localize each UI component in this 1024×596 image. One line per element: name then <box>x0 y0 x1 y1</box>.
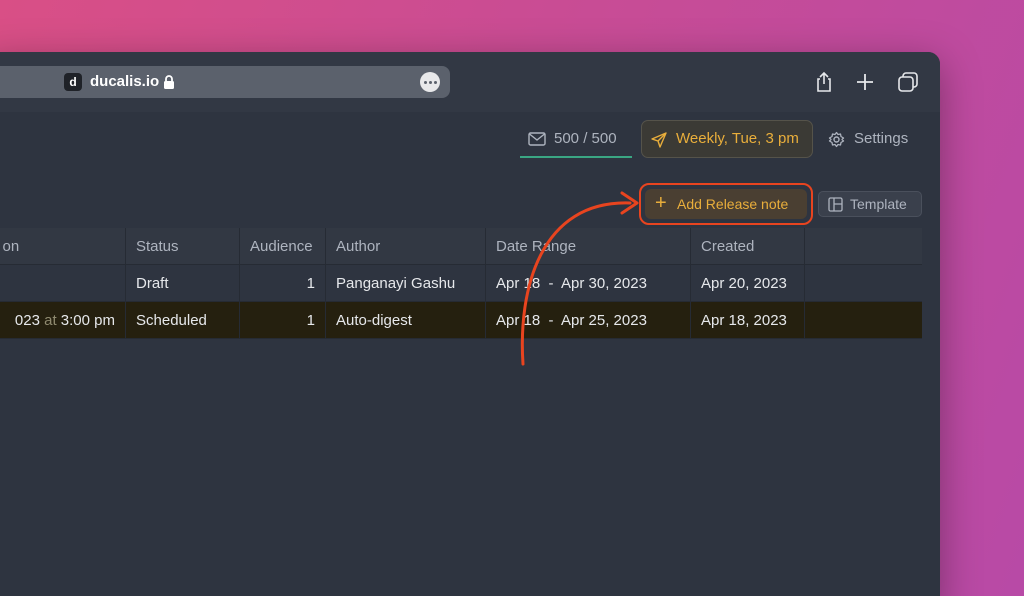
annotation-arrow <box>520 191 639 366</box>
